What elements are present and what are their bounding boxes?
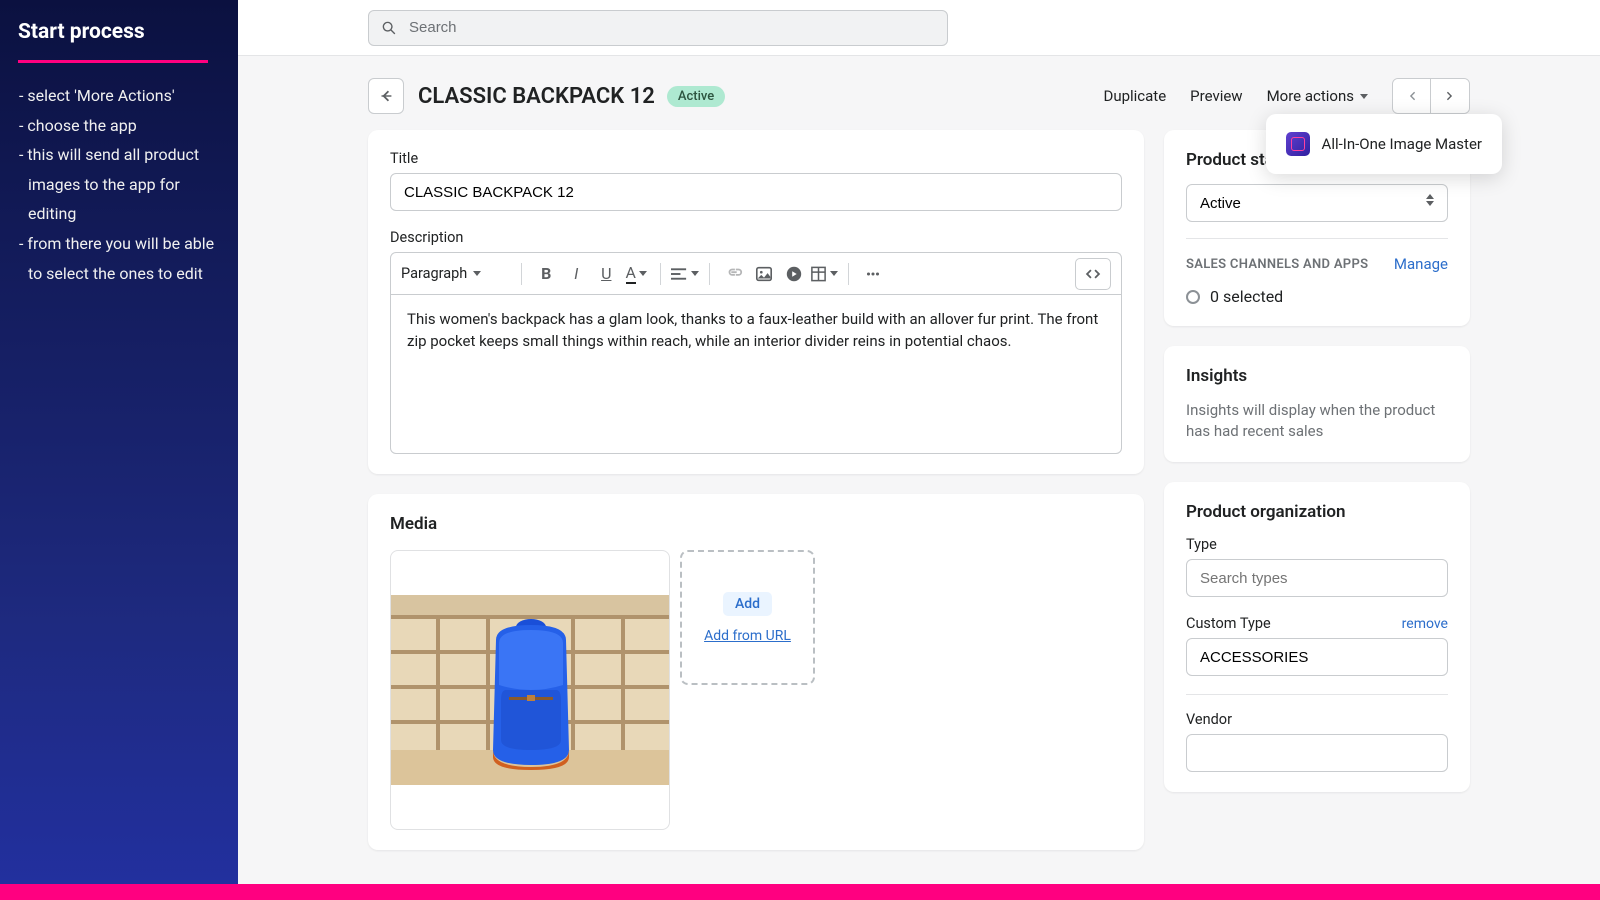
chevron-down-icon: [691, 271, 699, 276]
sidebar-step: - select 'More Actions': [18, 81, 220, 111]
chevron-left-icon: [1405, 89, 1419, 103]
remove-link[interactable]: remove: [1402, 616, 1448, 632]
vendor-input[interactable]: [1186, 734, 1448, 772]
nav-arrows: [1392, 78, 1470, 114]
back-button[interactable]: [368, 78, 404, 114]
content: Title Description Paragraph B I: [238, 130, 1600, 890]
main-panel: CLASSIC BACKPACK 12 Active Duplicate Pre…: [238, 0, 1600, 900]
search-input[interactable]: [368, 10, 948, 46]
more-actions-label: More actions: [1267, 87, 1354, 105]
text-color-button[interactable]: A: [622, 259, 650, 289]
selected-count: 0 selected: [1210, 287, 1283, 306]
channels-selected: 0 selected: [1186, 287, 1448, 306]
bottom-accent-bar: [0, 884, 1600, 900]
chevron-right-icon: [1443, 89, 1457, 103]
organization-card: Product organization Type Custom Type re…: [1164, 482, 1470, 792]
insights-body: Insights will display when the product h…: [1186, 400, 1448, 442]
status-badge: Active: [667, 86, 725, 107]
underline-button[interactable]: U: [592, 259, 620, 289]
image-button[interactable]: [750, 259, 778, 289]
left-column: Title Description Paragraph B I: [368, 130, 1144, 850]
dropdown-item-app[interactable]: All-In-One Image Master: [1276, 124, 1492, 164]
title-label: Title: [390, 150, 1122, 167]
header-actions: Duplicate Preview More actions: [1103, 78, 1470, 114]
instruction-sidebar: Start process - select 'More Actions' - …: [0, 0, 238, 900]
media-image: [391, 595, 669, 785]
table-button[interactable]: [810, 259, 838, 289]
app-icon: [1286, 132, 1310, 156]
right-column: Product status SALES CHANNELS AND APPS M…: [1164, 130, 1470, 850]
status-select[interactable]: [1186, 184, 1448, 222]
table-icon: [810, 265, 827, 283]
insights-title: Insights: [1186, 366, 1448, 386]
chevron-down-icon: [1360, 94, 1368, 99]
manage-link[interactable]: Manage: [1394, 255, 1448, 273]
type-input[interactable]: [1186, 559, 1448, 597]
bold-button[interactable]: B: [532, 259, 560, 289]
add-from-url-link[interactable]: Add from URL: [704, 628, 791, 644]
italic-button[interactable]: I: [562, 259, 590, 289]
align-button[interactable]: [671, 259, 699, 289]
title-input[interactable]: [390, 173, 1122, 211]
code-view-button[interactable]: [1075, 258, 1111, 290]
code-icon: [1084, 265, 1102, 283]
more-actions-button[interactable]: More actions: [1267, 87, 1368, 105]
topbar: [238, 0, 1600, 56]
media-row: Add Add from URL: [390, 550, 1122, 830]
page-title: CLASSIC BACKPACK 12: [418, 84, 655, 109]
dots-icon: [864, 265, 882, 283]
add-media-button[interactable]: Add: [723, 592, 772, 616]
vendor-label: Vendor: [1186, 711, 1448, 728]
video-button[interactable]: [780, 259, 808, 289]
search-wrap: [368, 10, 948, 46]
chevron-down-icon: [639, 271, 647, 276]
duplicate-button[interactable]: Duplicate: [1103, 87, 1166, 105]
separator: [660, 263, 661, 285]
media-title: Media: [390, 514, 1122, 534]
sidebar-step: - this will send all product images to t…: [18, 140, 220, 229]
prev-button[interactable]: [1393, 79, 1431, 113]
arrow-left-icon: [377, 87, 395, 105]
chevron-down-icon: [830, 271, 838, 276]
media-card: Media: [368, 494, 1144, 850]
insights-card: Insights Insights will display when the …: [1164, 346, 1470, 462]
description-editor[interactable]: This women's backpack has a glam look, t…: [390, 294, 1122, 454]
align-icon: [671, 265, 688, 283]
sidebar-underline: [18, 60, 208, 63]
title-desc-card: Title Description Paragraph B I: [368, 130, 1144, 474]
preview-button[interactable]: Preview: [1190, 87, 1242, 105]
radio-icon: [1186, 290, 1200, 304]
custom-type-input[interactable]: [1186, 638, 1448, 676]
media-thumbnail[interactable]: [390, 550, 670, 830]
image-icon: [755, 265, 773, 283]
separator: [521, 263, 522, 285]
page-header: CLASSIC BACKPACK 12 Active Duplicate Pre…: [238, 56, 1600, 130]
search-icon: [380, 19, 398, 37]
sidebar-step: - choose the app: [18, 111, 220, 141]
block-style-label: Paragraph: [401, 265, 467, 282]
media-dropzone[interactable]: Add Add from URL: [680, 550, 815, 685]
separator: [848, 263, 849, 285]
separator: [709, 263, 710, 285]
link-icon: [725, 265, 743, 283]
custom-type-label: Custom Type: [1186, 615, 1271, 632]
channels-label: SALES CHANNELS AND APPS: [1186, 257, 1368, 272]
more-button[interactable]: [859, 259, 887, 289]
org-title: Product organization: [1186, 502, 1448, 522]
next-button[interactable]: [1431, 79, 1469, 113]
rte-toolbar: Paragraph B I U A: [390, 252, 1122, 294]
type-label: Type: [1186, 536, 1448, 553]
block-style-select[interactable]: Paragraph: [401, 265, 505, 282]
backpack-illustration: [391, 595, 669, 785]
dropdown-item-label: All-In-One Image Master: [1322, 135, 1482, 153]
sidebar-step: - from there you will be able to select …: [18, 229, 220, 288]
link-button[interactable]: [720, 259, 748, 289]
chevron-down-icon: [473, 271, 481, 276]
more-actions-dropdown: All-In-One Image Master: [1266, 114, 1502, 174]
description-label: Description: [390, 229, 1122, 246]
video-icon: [785, 265, 803, 283]
sidebar-title: Start process: [18, 20, 220, 44]
